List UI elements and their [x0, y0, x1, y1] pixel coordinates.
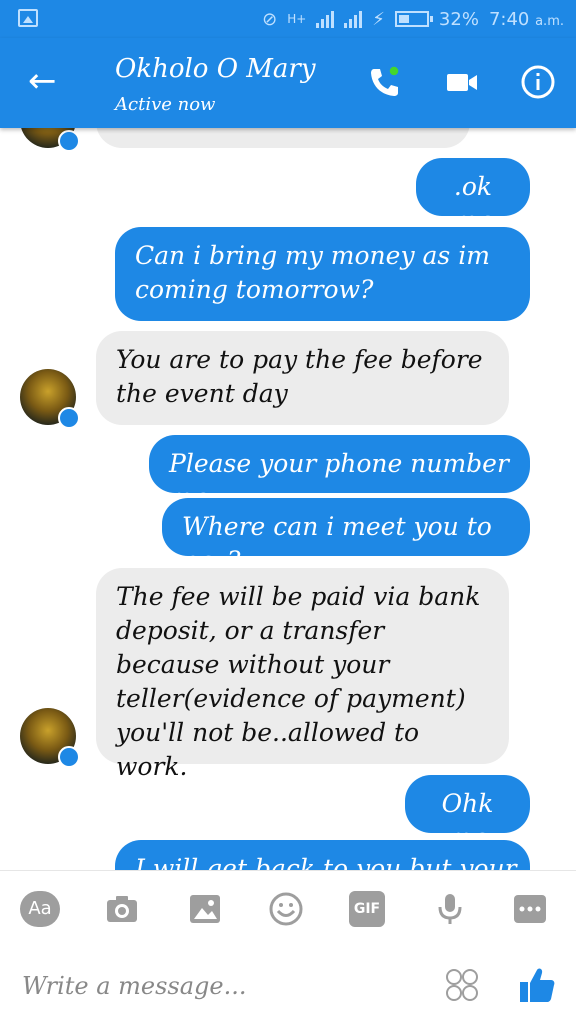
messenger-badge-icon: [58, 746, 80, 768]
signal-icon: [316, 10, 335, 28]
status-right: ⊘ H+ ⚡ 32% 7:40 a.m.: [262, 0, 564, 38]
battery-icon: [394, 11, 433, 27]
message-bubble-outgoing-partial[interactable]: I will get back to you but your: [115, 840, 530, 870]
gallery-notification-icon: [18, 9, 38, 27]
info-icon[interactable]: [520, 64, 556, 100]
signal-2-icon: [344, 10, 363, 28]
conversation-header: ← Okholo O Mary Active now: [0, 38, 576, 128]
contact-avatar[interactable]: [20, 708, 80, 768]
message-bubble-outgoing[interactable]: Can i bring my money as im coming tomorr…: [115, 227, 530, 321]
do-not-disturb-icon: ⊘: [262, 8, 278, 30]
messenger-badge-icon: [58, 130, 80, 152]
microphone-icon[interactable]: [432, 891, 468, 927]
message-bubble-incoming[interactable]: The fee will be paid via bank deposit, o…: [96, 568, 509, 781]
contact-avatar[interactable]: [20, 128, 80, 152]
contact-name[interactable]: Okholo O Mary: [115, 54, 316, 84]
stickers-icon[interactable]: [444, 967, 480, 1003]
more-options-icon[interactable]: [512, 891, 548, 927]
clock-ampm: a.m.: [535, 13, 564, 29]
text-format-button[interactable]: Aa: [20, 891, 60, 927]
message-list[interactable]: .ok ma Can i bring my money as im coming…: [0, 128, 576, 870]
clock: 7:40 a.m.: [489, 9, 564, 30]
gallery-icon[interactable]: [187, 891, 223, 927]
message-input[interactable]: [20, 971, 424, 1001]
clock-time: 7:40: [488, 8, 530, 30]
battery-percent: 32%: [438, 8, 479, 30]
like-thumbs-up-icon[interactable]: [518, 965, 556, 1005]
video-call-icon[interactable]: [444, 64, 480, 100]
gif-button[interactable]: GIF: [349, 891, 385, 927]
active-status: Active now: [115, 94, 216, 115]
phone-call-icon[interactable]: [366, 64, 402, 100]
composer: Aa GIF: [0, 870, 576, 1025]
network-type: H+: [287, 12, 307, 26]
message-bubble-incoming[interactable]: You are to pay the fee before the event …: [96, 331, 509, 425]
message-bubble-outgoing[interactable]: Please your phone number ma: [149, 435, 530, 512]
contact-avatar[interactable]: [20, 369, 80, 429]
camera-icon[interactable]: [104, 891, 140, 927]
status-bar: ⊘ H+ ⚡ 32% 7:40 a.m.: [0, 0, 576, 38]
message-bubble-outgoing[interactable]: .ok ma: [416, 158, 530, 235]
message-bubble-outgoing[interactable]: Where can i meet you to pay?: [162, 498, 530, 575]
message-bubble-incoming-partial: [96, 128, 470, 148]
back-arrow-icon[interactable]: ←: [28, 64, 60, 98]
messenger-badge-icon: [58, 407, 80, 429]
emoji-icon[interactable]: [268, 891, 304, 927]
message-bubble-outgoing[interactable]: Ohk ma: [405, 775, 530, 852]
charging-icon: ⚡: [372, 8, 385, 30]
